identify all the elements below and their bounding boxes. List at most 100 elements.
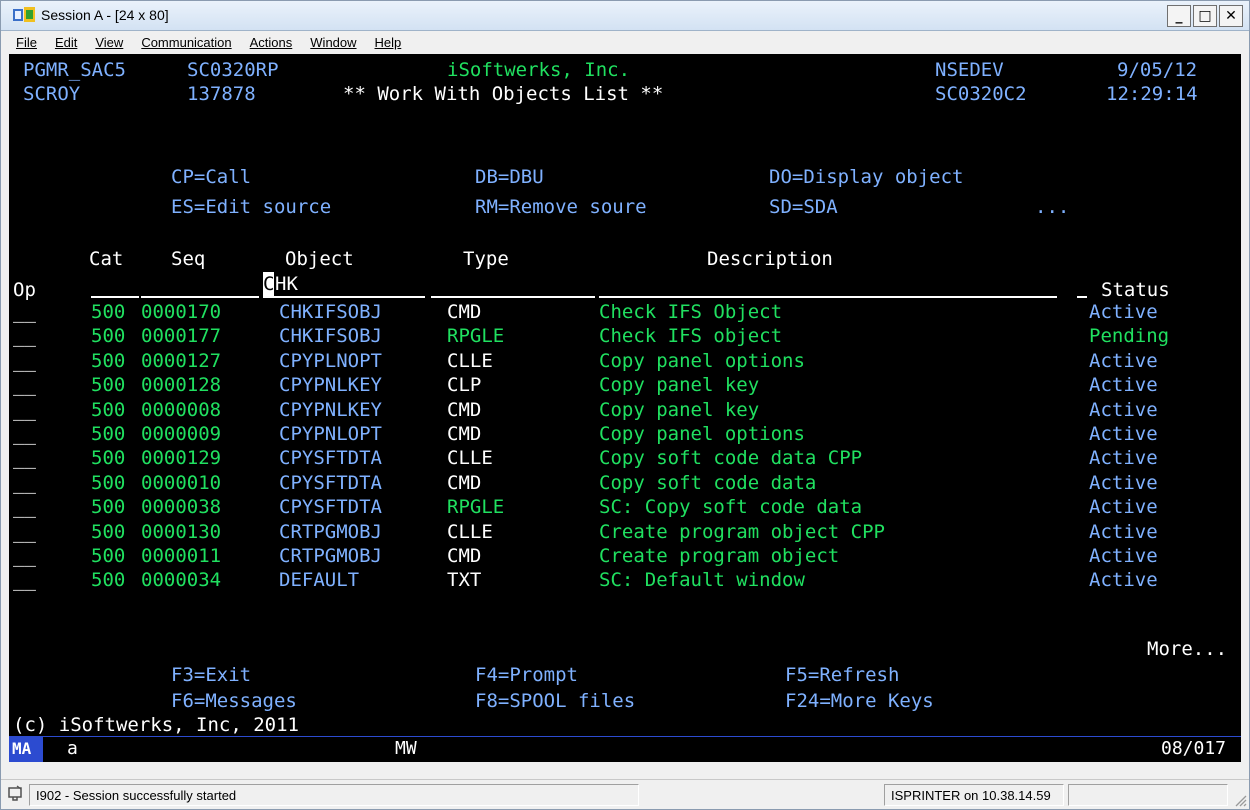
menu-file[interactable]: File — [9, 32, 44, 54]
menu-edit[interactable]: Edit — [48, 32, 84, 54]
row-description: SC: Default window — [599, 569, 805, 591]
maximize-icon: □ — [1198, 8, 1212, 24]
menu-view[interactable]: View — [88, 32, 130, 54]
row-type: CMD — [447, 301, 482, 323]
row-description: Copy soft code data — [599, 472, 817, 494]
row-description: Copy panel options — [599, 350, 805, 372]
description-filter-underline — [599, 296, 1057, 298]
row-op-input[interactable]: __ — [13, 520, 36, 544]
row-description: Create program object — [599, 545, 840, 567]
menu-actions[interactable]: Actions — [243, 32, 300, 54]
row-object: CPYPNLKEY — [279, 399, 382, 421]
row-status: Active — [1089, 545, 1158, 567]
row-type: RPGLE — [447, 325, 505, 347]
fkey-spool-files[interactable]: F8=SPOOL files — [475, 689, 635, 713]
fkey-messages[interactable]: F6=Messages — [171, 689, 297, 713]
row-object: CPYSFTDTA — [279, 447, 382, 469]
row-op-input[interactable]: __ — [13, 495, 36, 519]
row-seq: 0000128 — [141, 374, 222, 396]
screen-title: ** Work With Objects List ** — [343, 83, 664, 105]
row-op-input[interactable]: __ — [13, 349, 36, 373]
row-status: Active — [1089, 447, 1158, 469]
menu-help[interactable]: Help — [368, 32, 409, 54]
row-op-input[interactable]: __ — [13, 446, 36, 470]
option-display-object: DO=Display object — [769, 166, 964, 188]
row-object: CHKIFSOBJ — [279, 301, 382, 323]
menu-label: Window — [310, 35, 357, 50]
seq-filter-underline — [141, 296, 259, 298]
row-description: Copy panel key — [599, 399, 760, 421]
row-cat: 500 — [91, 496, 126, 518]
menu-bar: File Edit View Communication Actions Win… — [1, 32, 1249, 54]
row-op-input[interactable]: __ — [13, 568, 36, 592]
fkey-prompt[interactable]: F4=Prompt — [475, 663, 578, 687]
row-op-input[interactable]: __ — [13, 373, 36, 397]
oia-mode: MA — [12, 739, 32, 758]
row-status: Active — [1089, 423, 1158, 445]
object-filter-input[interactable]: C — [263, 272, 275, 296]
fkey-exit[interactable]: F3=Exit — [171, 663, 251, 687]
row-op-input[interactable]: __ — [13, 300, 36, 324]
col-type: Type — [463, 248, 509, 270]
row-description: Check IFS object — [599, 325, 783, 347]
col-object: Object — [285, 248, 354, 270]
menu-communication[interactable]: Communication — [134, 32, 238, 54]
text-cursor: C — [263, 272, 275, 296]
terminal-screen[interactable]: PGMR_SAC5 SC0320RP iSoftwerks, Inc. NSED… — [9, 54, 1241, 736]
session-status-icon — [8, 785, 22, 801]
header-user2: SCROY — [23, 83, 81, 105]
row-type: CMD — [447, 399, 482, 421]
header-display-id: SC0320C2 — [935, 83, 1027, 105]
header-user: PGMR_SAC5 — [23, 59, 126, 81]
row-cat: 500 — [91, 374, 126, 396]
menu-label: Communication — [141, 35, 232, 50]
title-bar[interactable]: Session A - [24 x 80] _ □ ✕ — [1, 1, 1249, 31]
fkey-more-keys[interactable]: F24=More Keys — [785, 689, 934, 713]
row-cat: 500 — [91, 521, 126, 543]
row-seq: 0000038 — [141, 496, 222, 518]
row-status: Active — [1089, 521, 1158, 543]
printer-status: ISPRINTER on 10.38.14.59 — [884, 784, 1064, 806]
row-description: Copy panel options — [599, 423, 805, 445]
row-type: CMD — [447, 423, 482, 445]
row-cat: 500 — [91, 399, 126, 421]
emulator-window: Session A - [24 x 80] _ □ ✕ File Edit Vi… — [0, 0, 1250, 810]
row-status: Pending — [1089, 325, 1170, 347]
row-seq: 0000130 — [141, 521, 222, 543]
status-bar: I902 - Session successfully started ISPR… — [1, 779, 1249, 809]
row-status: Active — [1089, 496, 1158, 518]
menu-label: Edit — [54, 35, 78, 50]
row-op-input[interactable]: __ — [13, 324, 36, 348]
row-status: Active — [1089, 374, 1158, 396]
row-op-input[interactable]: __ — [13, 398, 36, 422]
row-seq: 0000177 — [141, 325, 222, 347]
header-time: 12:29:14 — [1106, 83, 1198, 105]
row-seq: 0000127 — [141, 350, 222, 372]
col-description: Description — [707, 248, 833, 270]
col-op: Op — [13, 279, 36, 301]
row-op-input[interactable]: __ — [13, 471, 36, 495]
maximize-button[interactable]: □ — [1193, 5, 1217, 27]
option-dbu: DB=DBU — [475, 166, 544, 188]
row-seq: 0000011 — [141, 545, 222, 567]
row-cat: 500 — [91, 569, 126, 591]
row-type: CLLE — [447, 447, 493, 469]
row-type: CLP — [447, 374, 482, 396]
row-type: CMD — [447, 472, 482, 494]
row-status: Active — [1089, 472, 1158, 494]
close-button[interactable]: ✕ — [1219, 5, 1243, 27]
row-cat: 500 — [91, 350, 126, 372]
row-type: CLLE — [447, 521, 493, 543]
fkey-refresh[interactable]: F5=Refresh — [785, 663, 899, 687]
row-op-input[interactable]: __ — [13, 422, 36, 446]
option-edit-source: ES=Edit source — [171, 196, 332, 218]
row-object: CHKIFSOBJ — [279, 325, 382, 347]
menu-label: View — [95, 35, 124, 50]
resize-grip-icon[interactable] — [1231, 791, 1247, 807]
row-status: Active — [1089, 569, 1158, 591]
minimize-button[interactable]: _ — [1167, 5, 1191, 27]
row-op-input[interactable]: __ — [13, 544, 36, 568]
window-title: Session A - [24 x 80] — [41, 7, 169, 23]
object-filter-value: HK — [275, 273, 298, 295]
menu-window[interactable]: Window — [303, 32, 363, 54]
